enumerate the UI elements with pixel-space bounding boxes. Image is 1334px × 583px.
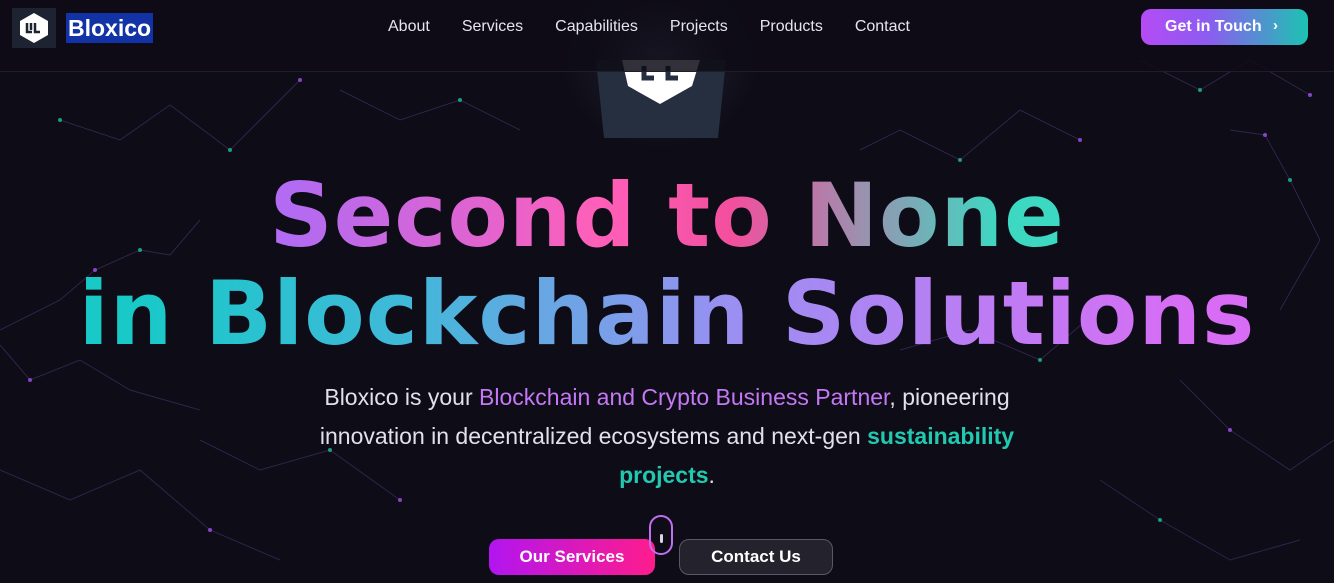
nav-item-products[interactable]: Products <box>744 17 839 37</box>
subtext-highlight-partner: Blockchain and Crypto Business Partner <box>479 384 890 410</box>
get-in-touch-button[interactable]: Get in Touch › <box>1141 9 1308 45</box>
brand-name: Bloxico <box>66 13 154 43</box>
scroll-wheel-dot <box>660 534 663 543</box>
hero-subtext: Bloxico is your Blockchain and Crypto Bu… <box>290 378 1044 495</box>
nav-item-services[interactable]: Services <box>446 17 539 37</box>
nav-item-capabilities[interactable]: Capabilities <box>539 17 654 37</box>
our-services-button[interactable]: Our Services <box>489 539 655 575</box>
nav-item-projects[interactable]: Projects <box>654 17 744 37</box>
nav-item-about[interactable]: About <box>372 17 446 37</box>
contact-us-button[interactable]: Contact Us <box>679 539 833 575</box>
hero-title-line-2: in Blockchain Solutions <box>0 262 1334 366</box>
main-nav: About Services Capabilities Projects Pro… <box>372 17 926 37</box>
bloxico-logo-icon <box>12 8 56 48</box>
nav-item-contact[interactable]: Contact <box>839 17 926 37</box>
subtext-part-1: Bloxico is your <box>324 384 480 410</box>
mouse-scroll-icon[interactable] <box>649 515 673 555</box>
get-in-touch-label: Get in Touch <box>1165 18 1262 35</box>
hero-title-line-1: Second to None <box>0 164 1334 268</box>
subtext-part-3: . <box>708 462 715 488</box>
brand-logo[interactable]: Bloxico <box>12 8 154 48</box>
chevron-right-icon: › <box>1273 17 1278 34</box>
top-navbar: Bloxico About Services Capabilities Proj… <box>0 0 1334 72</box>
